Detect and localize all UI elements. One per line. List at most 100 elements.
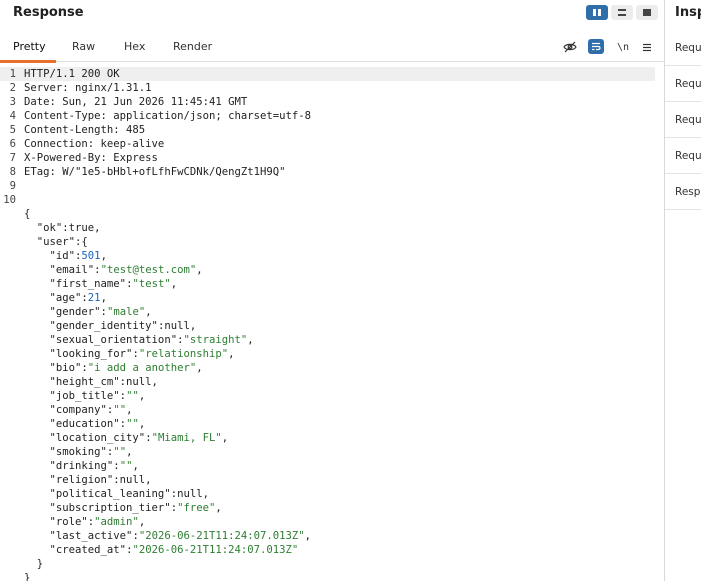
tab-hex[interactable]: Hex — [111, 34, 158, 62]
line-code: Content-Length: 485 — [24, 123, 145, 137]
tab-pretty[interactable]: Pretty — [0, 34, 56, 63]
line-code: "first_name":"test", — [24, 277, 178, 291]
tab-raw[interactable]: Raw — [59, 34, 108, 62]
code-token: :{ — [75, 236, 88, 248]
line-code: "last_active":"2026-06-21T11:24:07.013Z"… — [24, 529, 312, 543]
editor-line: "bio":"i add a another", — [0, 361, 655, 375]
line-code: } — [24, 571, 30, 581]
inspector-item-request-query-parameters[interactable]: Request query parameters — [665, 66, 701, 102]
split-vertical-icon[interactable] — [611, 5, 633, 20]
line-code: "gender":"male", — [24, 305, 152, 319]
code-token: } — [24, 572, 31, 581]
code-token: "gender" — [24, 306, 101, 318]
editor-line: 9 — [0, 179, 655, 193]
editor-line: "drinking":"", — [0, 459, 655, 473]
code-token: "role" — [24, 516, 88, 528]
code-token: , — [196, 362, 203, 374]
response-editor[interactable]: 1 HTTP/1.1 200 OK 2 Server: nginx/1.31.1 3 Da… — [0, 66, 664, 581]
editor-line: "first_name":"test", — [0, 277, 655, 291]
eye-slash-icon[interactable] — [561, 38, 579, 56]
code-token: "" — [113, 404, 127, 416]
line-code: ETag: W/"1e5-bHbl+ofLfhFwCDNk/QengZt1H9Q… — [24, 165, 286, 179]
tab-render[interactable]: Render — [160, 34, 225, 62]
editor-line: "gender":"male", — [0, 305, 655, 319]
editor-line: "height_cm":null, — [0, 375, 655, 389]
panel-title: Response — [13, 5, 84, 20]
inspector-item-response-headers[interactable]: Response headers — [665, 174, 701, 210]
code-token: "" — [126, 390, 139, 402]
code-token: "relationship" — [138, 348, 229, 360]
code-token: , — [215, 502, 222, 514]
editor-line: "political_leaning":null, — [0, 487, 655, 501]
code-token: , — [138, 418, 146, 430]
line-number: 1 — [9, 68, 16, 80]
line-code: "user":{ — [24, 235, 88, 249]
code-token: "Miami, FL" — [151, 432, 222, 444]
code-token: "2026-06-21T11:24:07.013Z" — [132, 544, 299, 556]
code-token: ETag: W/"1e5-bHbl+ofLfhFwCDNk/QengZt1H9Q… — [24, 166, 286, 178]
line-code: "age":21, — [24, 291, 107, 305]
editor-line: "religion":null, — [0, 473, 655, 487]
code-token: "straight" — [183, 334, 248, 346]
inspector-panel: Inspector Request attributes Request que… — [664, 0, 701, 581]
inspector-item-request-attributes[interactable]: Request attributes — [665, 30, 701, 66]
editor-line: "gender_identity":null, — [0, 319, 655, 333]
code-token: "created_at" — [24, 544, 127, 556]
line-code: Date: Sun, 21 Jun 2026 11:45:41 GMT — [24, 95, 247, 109]
line-code: "sexual_orientation":"straight", — [24, 333, 254, 347]
editor-line: "education":"", — [0, 417, 655, 431]
line-number: 3 — [9, 96, 16, 108]
line-code: "ok":true, — [24, 221, 101, 235]
code-token: "job_title" — [24, 390, 120, 402]
editor-line: "age":21, — [0, 291, 655, 305]
code-token: "subscription_tier" — [24, 502, 171, 514]
editor-line: 8 ETag: W/"1e5-bHbl+ofLfhFwCDNk/QengZt1H9… — [0, 165, 655, 179]
code-token: "height_cm" — [24, 376, 120, 388]
code-token: "political_leaning" — [24, 488, 171, 500]
code-token: "company" — [24, 404, 107, 416]
code-token: "first_name" — [24, 278, 127, 290]
code-token: "religion" — [24, 474, 114, 486]
line-code: "id":501, — [24, 249, 107, 263]
menu-icon[interactable] — [638, 38, 656, 56]
wrap-icon[interactable] — [588, 39, 604, 54]
code-token: , — [247, 334, 254, 346]
line-code: X-Powered-By: Express — [24, 151, 158, 165]
line-code: "height_cm":null, — [24, 375, 158, 389]
code-token: "drinking" — [24, 460, 114, 472]
line-code: "job_title":"", — [24, 389, 146, 403]
inspector-item-request-cookies[interactable]: Request cookies — [665, 138, 701, 174]
editor-line: 3 Date: Sun, 21 Jun 2026 11:45:41 GMT — [0, 95, 655, 109]
inspector-title: Inspector — [675, 5, 701, 20]
code-token: "2026-06-21T11:24:07.013Z" — [138, 530, 305, 542]
editor-line: 10 — [0, 193, 655, 207]
code-token: "user" — [24, 236, 76, 248]
newline-icon[interactable]: \n — [614, 38, 632, 56]
editor-line: "job_title":"", — [0, 389, 655, 403]
code-token: Content-Length: 485 — [24, 124, 146, 136]
editor-line: { — [0, 207, 655, 221]
code-token: :null, — [170, 488, 209, 500]
single-pane-icon[interactable] — [636, 5, 658, 20]
editor-line: 1 HTTP/1.1 200 OK — [0, 67, 655, 81]
line-code: "bio":"i add a another", — [24, 361, 203, 375]
inspector-item-request-body-parameters[interactable]: Request body parameters — [665, 102, 701, 138]
editor-line: "user":{ — [0, 235, 655, 249]
split-horizontal-icon[interactable] — [586, 5, 608, 20]
code-token: Content-Type: application/json; charset=… — [24, 110, 312, 122]
code-token: , — [228, 348, 235, 360]
code-token: "gender_identity" — [24, 320, 158, 332]
code-token: "free" — [177, 502, 216, 514]
line-code: "looking_for":"relationship", — [24, 347, 235, 361]
line-code: Server: nginx/1.31.1 — [24, 81, 152, 95]
code-token: "last_active" — [24, 530, 133, 542]
code-token: } — [24, 558, 44, 570]
code-token: :true, — [62, 222, 101, 234]
line-number: 7 — [9, 152, 16, 164]
code-token: Server: nginx/1.31.1 — [24, 82, 152, 94]
code-token: , — [138, 516, 146, 528]
editor-line: "location_city":"Miami, FL", — [0, 431, 655, 445]
line-number: 6 — [9, 138, 16, 150]
editor-line: "email":"test@test.com", — [0, 263, 655, 277]
line-code: } — [24, 557, 43, 571]
